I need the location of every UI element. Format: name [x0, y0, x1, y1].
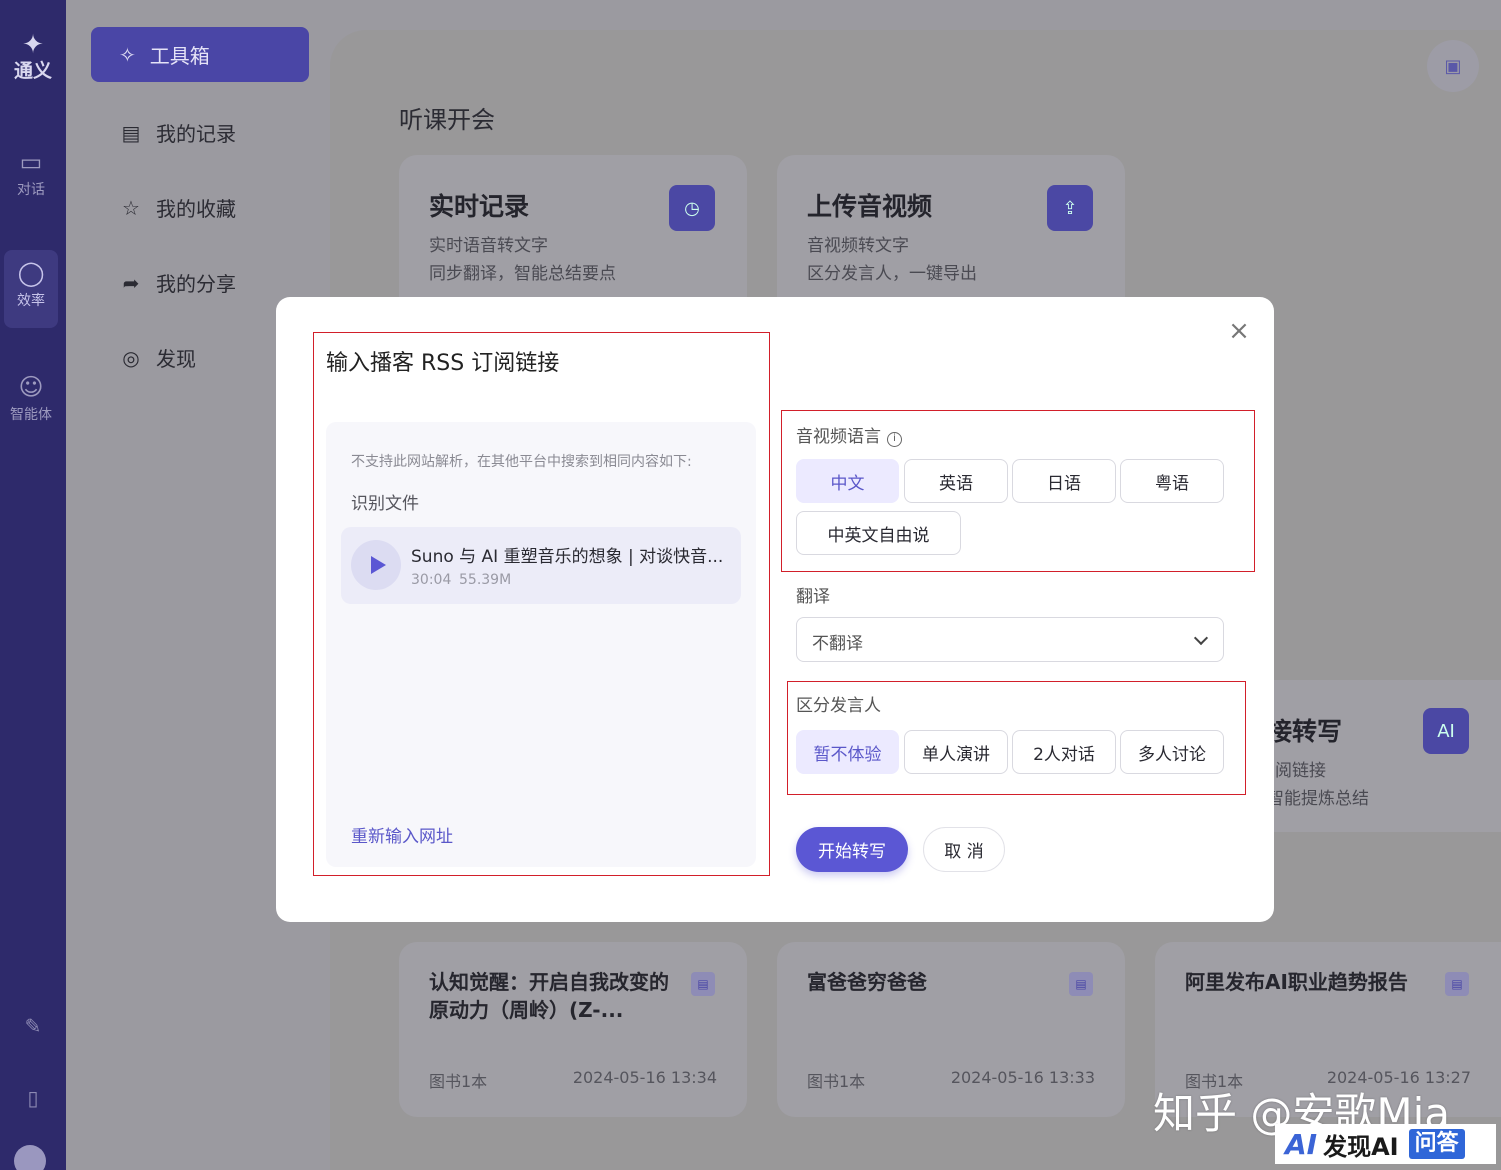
nav-item-shares[interactable]: ➦ 我的分享 [118, 268, 236, 297]
lang-option-chinese[interactable]: 中文 [796, 459, 899, 503]
rss-note: 不支持此网站解析，在其他平台中搜索到相同内容如下: [351, 454, 692, 470]
record-title: 富爸爸穷爸爸 [807, 970, 927, 994]
translate-select[interactable]: 不翻译 [796, 617, 1224, 662]
doc-icon: ▤ [1445, 972, 1469, 996]
agent-icon: ☺ [18, 373, 44, 401]
note-icon[interactable]: ▣ [1427, 40, 1479, 92]
speaker-option-single[interactable]: 单人演讲 [904, 730, 1008, 774]
faxianai-badge: AI 发现AI 问答 [1275, 1124, 1496, 1164]
rail-item-label: 对话 [17, 182, 45, 198]
card-title: 接转写 [1267, 717, 1343, 746]
badge-qa: 问答 [1408, 1129, 1465, 1159]
phone-icon[interactable]: ▯ [0, 1086, 66, 1110]
nav-item-discover[interactable]: ◎ 发现 [118, 343, 196, 372]
rail-item-label: 效率 [17, 293, 45, 309]
logo-text: 通义 [13, 60, 52, 82]
cancel-button[interactable]: 取 消 [923, 827, 1005, 872]
translate-value: 不翻译 [812, 634, 863, 654]
file-duration: 30:04 [411, 572, 452, 588]
card-line: 区分发言人，一键导出 [807, 264, 977, 284]
file-size: 55.39M [459, 572, 512, 588]
record-date: 2024-05-16 13:34 [572, 1068, 717, 1087]
lang-option-mixed[interactable]: 中英文自由说 [796, 511, 961, 555]
card-line: 音视频转文字 [807, 236, 909, 256]
nav-item-label: 发现 [156, 347, 196, 371]
card-line: 实时语音转文字 [429, 236, 548, 256]
badge-text: 发现AI [1323, 1132, 1399, 1161]
card-line: 智能提炼总结 [1267, 789, 1369, 809]
chevron-down-icon [1193, 630, 1209, 646]
modal-title: 输入播客 RSS 订阅链接 [326, 351, 560, 376]
nav-toolbox-button[interactable]: ✧ 工具箱 [91, 27, 309, 82]
file-name: Suno 与 AI 重塑音乐的想象 | 对谈快音... [411, 547, 724, 567]
card-line: 阅链接 [1275, 761, 1326, 781]
doc-icon: ▤ [1069, 972, 1093, 996]
rss-subtitle: 识别文件 [351, 494, 419, 514]
star-icon: ☆ [122, 195, 140, 220]
nav-item-favorites[interactable]: ☆ 我的收藏 [118, 193, 236, 222]
card-line: 同步翻译，智能总结要点 [429, 264, 616, 284]
lang-option-japanese[interactable]: 日语 [1012, 459, 1116, 503]
nav-primary-label: 工具箱 [149, 44, 210, 68]
share-icon: ➦ [122, 270, 140, 295]
compass-icon: ◎ [122, 345, 140, 370]
file-card[interactable]: Suno 与 AI 重塑音乐的想象 | 对谈快音... 30:04 55.39M [341, 527, 741, 604]
reinput-link[interactable]: 重新输入网址 [351, 822, 453, 847]
card-title: 上传音视频 [807, 192, 933, 221]
rail-item-label: 智能体 [10, 407, 52, 423]
section-title: 听课开会 [399, 106, 495, 134]
rail-item-agent[interactable]: ☺ 智能体 [4, 370, 58, 424]
translate-label: 翻译 [796, 587, 830, 607]
bulb-icon: ◯ [17, 259, 45, 287]
nav-item-label: 我的分享 [156, 272, 236, 296]
language-label: 音视频语言 i [796, 422, 902, 447]
record-icon: ▤ [121, 120, 141, 145]
language-label-text: 音视频语言 [796, 427, 881, 447]
lang-option-cantonese[interactable]: 粤语 [1120, 459, 1224, 503]
logo-icon: ✦ [22, 30, 44, 60]
record-meta: 图书1本 [429, 1072, 488, 1091]
record-card[interactable]: 认知觉醒：开启自我改变的原动力（周岭）(Z-... ▤ 图书1本 2024-05… [399, 942, 747, 1117]
start-transcribe-button[interactable]: 开始转写 [796, 827, 908, 872]
rail-item-chat[interactable]: ▭ 对话 [4, 145, 58, 199]
magic-icon: ✧ [119, 42, 136, 67]
record-meta: 图书1本 [807, 1072, 866, 1091]
speaker-option-group[interactable]: 多人讨论 [1120, 730, 1224, 774]
nav-item-label: 我的收藏 [156, 197, 236, 221]
record-title: 阿里发布AI职业趋势报告 [1185, 970, 1408, 994]
lang-option-english[interactable]: 英语 [904, 459, 1008, 503]
doc-icon: ▤ [691, 972, 715, 996]
record-date: 2024-05-16 13:33 [950, 1068, 1095, 1087]
badge-ai: AI [1285, 1127, 1318, 1161]
speaker-option-dialog[interactable]: 2人对话 [1012, 730, 1116, 774]
record-title: 认知觉醒：开启自我改变的原动力（周岭）(Z-... [429, 970, 669, 1022]
rail-item-efficiency[interactable]: ◯ 效率 [4, 250, 58, 328]
nav-item-records[interactable]: ▤ 我的记录 [118, 118, 236, 147]
realtime-icon: ◷ [669, 185, 715, 231]
chat-icon: ▭ [19, 148, 43, 176]
upload-icon: ⇪ [1047, 185, 1093, 231]
app-logo[interactable]: ✦ 通义 [0, 30, 66, 82]
nav-item-label: 我的记录 [156, 122, 236, 146]
card-title: 实时记录 [429, 192, 530, 221]
edit-icon[interactable]: ✎ [0, 1014, 66, 1038]
record-card[interactable]: 富爸爸穷爸爸 ▤ 图书1本 2024-05-16 13:33 [777, 942, 1125, 1117]
info-icon[interactable]: i [887, 432, 902, 447]
ai-doc-icon: AI [1423, 708, 1469, 754]
close-icon[interactable]: × [1226, 318, 1252, 344]
play-icon[interactable] [351, 540, 401, 590]
avatar[interactable] [14, 1145, 46, 1170]
left-rail: ✦ 通义 ▭ 对话 ◯ 效率 ☺ 智能体 ✎ ▯ [0, 0, 66, 1170]
speakers-label: 区分发言人 [796, 696, 881, 716]
speaker-option-skip[interactable]: 暂不体验 [796, 730, 899, 774]
